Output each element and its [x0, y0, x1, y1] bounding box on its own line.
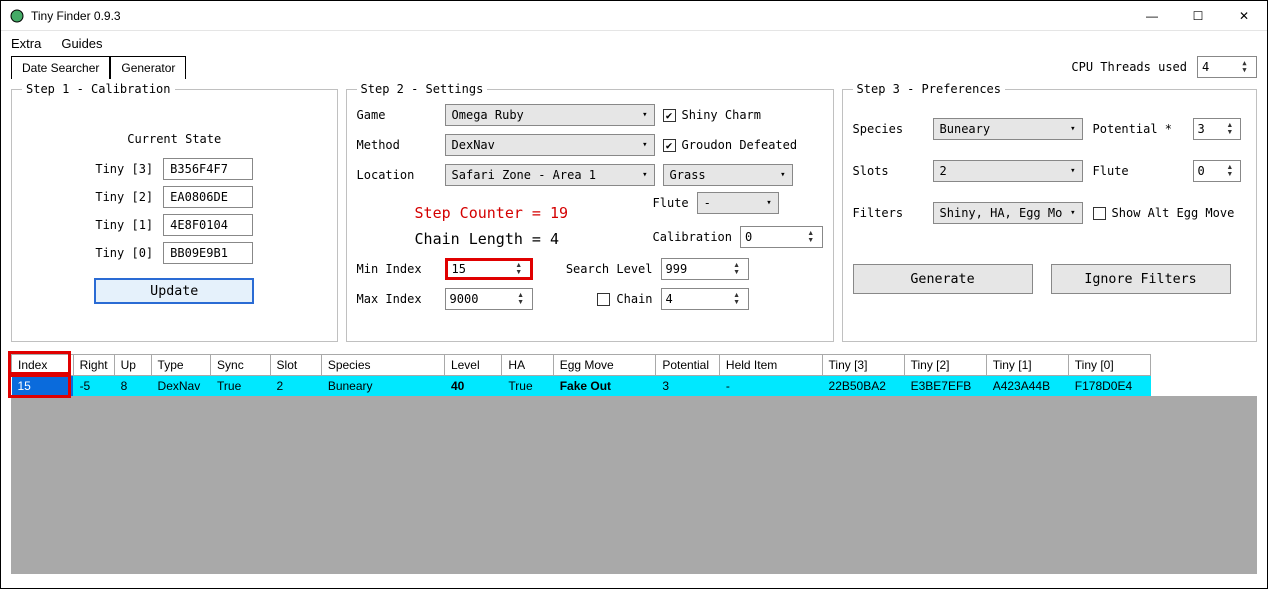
chevron-down-icon: ▾ [780, 170, 785, 180]
calibration-stepper[interactable]: ▲▼ [740, 226, 823, 248]
tab-generator[interactable]: Generator [110, 56, 186, 79]
filters-label: Filters [853, 206, 923, 220]
col-level[interactable]: Level [444, 355, 501, 376]
step1-legend: Step 1 - Calibration [22, 82, 175, 96]
tiny2-input[interactable] [163, 186, 253, 208]
app-icon [9, 8, 25, 24]
show-alt-checkbox[interactable]: Show Alt Egg Move [1093, 206, 1243, 220]
calibration-label: Calibration [653, 230, 732, 244]
location-label: Location [357, 168, 437, 182]
method-label: Method [357, 138, 437, 152]
table-row[interactable]: 15 -5 8 DexNav True 2 Buneary 40 True Fa… [12, 376, 1151, 397]
col-up[interactable]: Up [114, 355, 151, 376]
col-tiny0[interactable]: Tiny [0] [1068, 355, 1150, 376]
game-label: Game [357, 108, 437, 122]
min-index-stepper[interactable]: ▲▼ [445, 258, 533, 280]
table-header-row: Index Right Up Type Sync Slot Species Le… [12, 355, 1151, 376]
tiny3-input[interactable] [163, 158, 253, 180]
col-index[interactable]: Index [12, 355, 74, 376]
minimize-button[interactable]: — [1129, 1, 1175, 31]
search-level-stepper[interactable]: ▲▼ [661, 258, 749, 280]
search-level-label: Search Level [543, 262, 653, 276]
update-button[interactable]: Update [94, 278, 254, 304]
location-select[interactable]: Safari Zone - Area 1▾ [445, 164, 655, 186]
max-index-stepper[interactable]: ▲▼ [445, 288, 533, 310]
species-select[interactable]: Buneary▾ [933, 118, 1083, 140]
chevron-down-icon: ▾ [1070, 208, 1075, 218]
flute-stepper[interactable]: ▲▼ [1193, 160, 1241, 182]
step3-preferences: Step 3 - Preferences Species Buneary▾ Po… [842, 82, 1257, 342]
tiny0-label: Tiny [0] [95, 246, 153, 260]
groudon-checkbox[interactable]: ✔Groudon Defeated [663, 138, 823, 152]
flute-select[interactable]: -▾ [697, 192, 779, 214]
close-button[interactable]: ✕ [1221, 1, 1267, 31]
filters-select[interactable]: Shiny, HA, Egg Mo▾ [933, 202, 1083, 224]
col-tiny3[interactable]: Tiny [3] [822, 355, 904, 376]
menubar: Extra Guides [1, 31, 1267, 55]
potential-stepper[interactable]: ▲▼ [1193, 118, 1241, 140]
cpu-threads-input[interactable] [1202, 60, 1242, 74]
cpu-threads-label: CPU Threads used [1071, 60, 1187, 74]
col-type[interactable]: Type [151, 355, 211, 376]
current-state-label: Current State [22, 132, 327, 146]
cpu-threads-stepper[interactable]: ▲▼ [1197, 56, 1257, 78]
menu-extra[interactable]: Extra [11, 36, 41, 51]
chevron-down-icon: ▾ [1070, 124, 1075, 134]
tabstrip: Date Searcher Generator [11, 56, 186, 79]
ignore-filters-button[interactable]: Ignore Filters [1051, 264, 1231, 294]
col-species[interactable]: Species [321, 355, 444, 376]
col-ha[interactable]: HA [502, 355, 553, 376]
slots-select[interactable]: 2▾ [933, 160, 1083, 182]
col-right[interactable]: Right [73, 355, 114, 376]
shiny-charm-checkbox[interactable]: ✔Shiny Charm [663, 108, 823, 122]
max-index-label: Max Index [357, 292, 437, 306]
col-tiny1[interactable]: Tiny [1] [986, 355, 1068, 376]
chevron-down-icon: ▾ [1070, 166, 1075, 176]
game-select[interactable]: Omega Ruby▾ [445, 104, 655, 126]
chevron-down-icon: ▾ [642, 140, 647, 150]
flute-label: Flute [653, 196, 689, 210]
results-empty-area [11, 396, 1257, 574]
chevron-down-icon: ▾ [766, 198, 771, 208]
menu-guides[interactable]: Guides [61, 36, 102, 51]
step1-calibration: Step 1 - Calibration Current State Tiny … [11, 82, 338, 342]
tiny1-input[interactable] [163, 214, 253, 236]
chain-stepper[interactable]: ▲▼ [661, 288, 749, 310]
stepper-arrows-icon[interactable]: ▲▼ [1242, 60, 1252, 74]
step-counter-text: Step Counter = 19 [415, 200, 653, 226]
col-sync[interactable]: Sync [211, 355, 271, 376]
min-index-label: Min Index [357, 262, 437, 276]
col-egg-move[interactable]: Egg Move [553, 355, 656, 376]
species-label: Species [853, 122, 923, 136]
method-select[interactable]: DexNav▾ [445, 134, 655, 156]
tiny0-input[interactable] [163, 242, 253, 264]
titlebar: Tiny Finder 0.9.3 — ☐ ✕ [1, 1, 1267, 31]
results-table: Index Right Up Type Sync Slot Species Le… [11, 354, 1151, 396]
potential-label: Potential * [1093, 122, 1183, 136]
tiny3-label: Tiny [3] [95, 162, 153, 176]
tiny2-label: Tiny [2] [95, 190, 153, 204]
col-held-item[interactable]: Held Item [719, 355, 822, 376]
step2-legend: Step 2 - Settings [357, 82, 488, 96]
terrain-select[interactable]: Grass▾ [663, 164, 793, 186]
step3-legend: Step 3 - Preferences [853, 82, 1006, 96]
slots-label: Slots [853, 164, 923, 178]
maximize-button[interactable]: ☐ [1175, 1, 1221, 31]
col-potential[interactable]: Potential [656, 355, 720, 376]
tab-date-searcher[interactable]: Date Searcher [11, 56, 110, 79]
chevron-down-icon: ▾ [642, 170, 647, 180]
chain-checkbox[interactable]: Chain [543, 292, 653, 306]
generate-button[interactable]: Generate [853, 264, 1033, 294]
step2-settings: Step 2 - Settings Game Omega Ruby▾ ✔Shin… [346, 82, 834, 342]
chevron-down-icon: ▾ [642, 110, 647, 120]
col-tiny2[interactable]: Tiny [2] [904, 355, 986, 376]
flute3-label: Flute [1093, 164, 1183, 178]
window-title: Tiny Finder 0.9.3 [31, 9, 121, 23]
col-slot[interactable]: Slot [270, 355, 321, 376]
chain-length-text: Chain Length = 4 [415, 226, 653, 252]
tiny1-label: Tiny [1] [95, 218, 153, 232]
